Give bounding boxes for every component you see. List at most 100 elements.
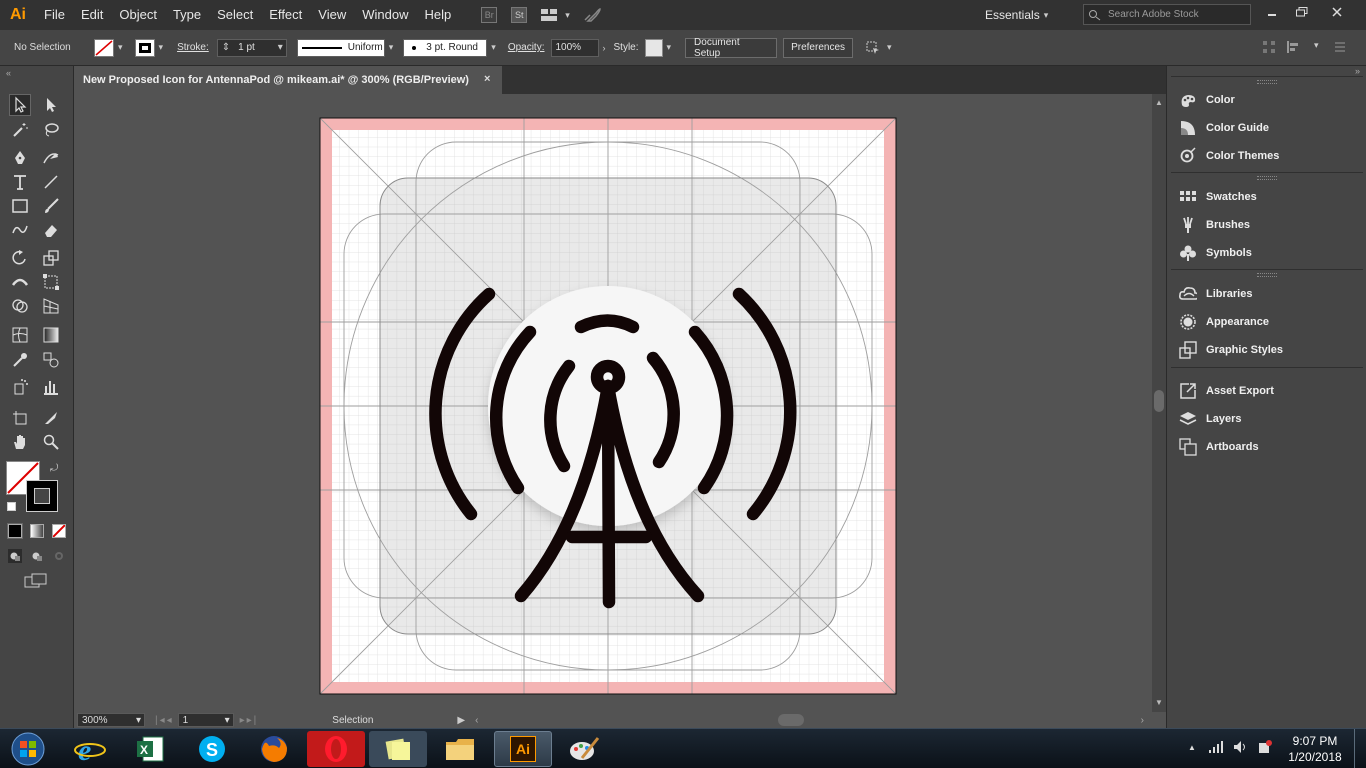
perspective-grid-tool[interactable] (40, 295, 62, 317)
chevron-down-icon[interactable]: ▾ (159, 42, 164, 53)
panel-graphic-styles[interactable]: Graphic Styles (1179, 340, 1283, 360)
scroll-right-icon[interactable]: › (1141, 715, 1144, 726)
taskbar-file-explorer[interactable] (431, 731, 489, 767)
show-hidden-icons[interactable]: ▲ (1188, 743, 1196, 752)
panel-swatches[interactable]: Swatches (1179, 187, 1257, 207)
collapse-toolbar-icon[interactable]: « (6, 68, 11, 78)
panel-appearance[interactable]: Appearance (1179, 312, 1269, 332)
scroll-left-icon[interactable]: ‹ (475, 715, 478, 726)
none-mode-icon[interactable] (52, 524, 66, 538)
preferences-button[interactable]: Preferences (783, 37, 854, 58)
menu-file[interactable]: File (36, 0, 73, 30)
chevron-down-icon[interactable]: ▾ (118, 42, 123, 53)
free-transform-tool[interactable] (40, 271, 62, 293)
stroke-color-box[interactable] (26, 480, 58, 512)
artboard-tool[interactable] (9, 407, 31, 429)
transform-icon[interactable] (1262, 40, 1276, 54)
menu-effect[interactable]: Effect (261, 0, 310, 30)
opacity-field[interactable]: 100% (550, 38, 599, 57)
panel-libraries[interactable]: Libraries (1179, 284, 1252, 304)
volume-icon[interactable] (1233, 740, 1249, 757)
panel-color-themes[interactable]: Color Themes (1179, 146, 1279, 166)
taskbar-internet-explorer[interactable]: e (61, 731, 119, 767)
taskbar-illustrator[interactable]: Ai (494, 731, 552, 767)
chevron-down-icon[interactable]: ▾ (887, 42, 892, 53)
arrange-documents-button[interactable] (537, 5, 561, 25)
last-artboard-icon[interactable]: ▸▸| (240, 715, 259, 726)
stock-search-input[interactable]: Search Adobe Stock (1083, 4, 1251, 25)
taskbar-opera[interactable] (307, 731, 365, 767)
curvature-tool[interactable] (40, 147, 62, 169)
taskbar-firefox[interactable] (245, 731, 303, 767)
first-artboard-icon[interactable]: |◂◂ (155, 715, 174, 726)
panel-menu-icon[interactable] (1333, 40, 1347, 54)
rotate-tool[interactable] (9, 247, 31, 269)
swap-fill-stroke-icon[interactable]: ⤾ (50, 463, 58, 474)
stroke-weight-field[interactable]: ⇕ 1 pt ▾ (216, 38, 287, 57)
gpu-performance-button[interactable] (580, 5, 604, 25)
panel-grip[interactable] (1257, 80, 1277, 84)
menu-window[interactable]: Window (354, 0, 416, 30)
vertical-scroll-thumb[interactable] (1154, 390, 1164, 412)
zoom-tool[interactable] (40, 431, 62, 453)
collapse-panels-icon[interactable]: » (1355, 66, 1360, 76)
close-window-button[interactable] (1325, 2, 1349, 22)
restore-button[interactable] (1290, 2, 1314, 22)
scale-tool[interactable] (40, 247, 62, 269)
hand-tool[interactable] (9, 431, 31, 453)
artwork-canvas[interactable] (74, 94, 1152, 712)
chevron-down-icon[interactable]: ▾ (491, 42, 496, 53)
shaper-tool[interactable] (9, 219, 31, 241)
vertical-scrollbar[interactable]: ▲ ▼ (1152, 94, 1166, 712)
width-tool[interactable] (9, 271, 31, 293)
graphic-style-swatch[interactable] (644, 38, 663, 57)
chevron-down-icon[interactable]: ▾ (278, 42, 283, 53)
stroke-profile-select[interactable]: Uniform (296, 38, 385, 57)
symbol-sprayer-tool[interactable] (9, 376, 31, 398)
action-center-icon[interactable] (1257, 739, 1273, 758)
panel-brushes[interactable]: Brushes (1179, 215, 1250, 235)
horizontal-scroll-thumb[interactable] (778, 714, 805, 726)
eyedropper-tool[interactable] (9, 349, 31, 371)
menu-view[interactable]: View (310, 0, 354, 30)
system-clock[interactable]: 9:07 PM 1/20/2018 (1282, 733, 1348, 765)
zoom-select[interactable]: 300% ▾ (77, 713, 145, 727)
start-button[interactable] (2, 731, 54, 767)
stroke-label[interactable]: Stroke: (177, 42, 209, 53)
selection-tool[interactable] (9, 94, 31, 116)
line-tool[interactable] (40, 171, 62, 193)
draw-normal-icon[interactable] (8, 549, 22, 563)
artboard-navigation-select[interactable]: 1 ▾ (177, 713, 234, 727)
close-tab-icon[interactable]: × (484, 73, 490, 85)
taskbar-paint[interactable] (555, 731, 613, 767)
opacity-label[interactable]: Opacity: (508, 42, 545, 53)
panel-grip[interactable] (1257, 273, 1277, 277)
screen-mode-button[interactable] (24, 573, 48, 592)
gradient-tool[interactable] (40, 324, 62, 346)
panel-color-guide[interactable]: Color Guide (1179, 118, 1269, 138)
rectangle-tool[interactable] (9, 195, 31, 217)
magic-wand-tool[interactable] (9, 119, 31, 141)
paintbrush-tool[interactable] (40, 195, 62, 217)
direct-selection-tool[interactable] (40, 94, 62, 116)
panel-asset-export[interactable]: Asset Export (1179, 381, 1274, 401)
chevron-down-icon[interactable]: ▾ (389, 42, 394, 53)
menu-edit[interactable]: Edit (73, 0, 111, 30)
taskbar-excel[interactable]: X (121, 731, 179, 767)
document-tab[interactable]: New Proposed Icon for AntennaPod @ mikea… (74, 66, 502, 94)
status-menu-icon[interactable]: ▶ (457, 715, 465, 726)
default-colors-icon[interactable] (7, 502, 16, 511)
panel-symbols[interactable]: Symbols (1179, 243, 1252, 263)
brush-select[interactable]: 3 pt. Round (403, 38, 488, 57)
menu-type[interactable]: Type (165, 0, 209, 30)
show-desktop-button[interactable] (1354, 729, 1366, 768)
blend-tool[interactable] (40, 349, 62, 371)
column-graph-tool[interactable] (40, 376, 62, 398)
panel-artboards[interactable]: Artboards (1179, 437, 1259, 457)
chevron-right-icon[interactable]: › (603, 43, 606, 53)
color-mode-icon[interactable] (7, 523, 23, 539)
network-icon[interactable] (1208, 740, 1224, 757)
stroke-swatch[interactable] (134, 38, 155, 57)
select-similar-button[interactable] (863, 39, 883, 57)
scroll-up-icon[interactable]: ▲ (1155, 98, 1163, 107)
